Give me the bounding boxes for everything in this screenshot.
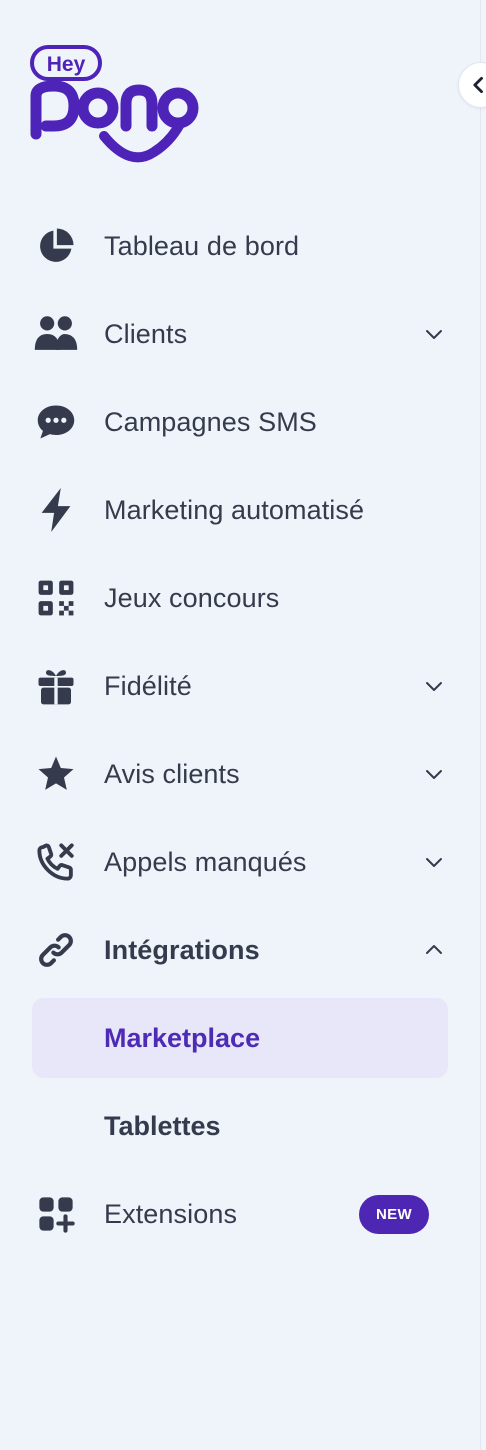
sub-item-tablettes[interactable]: Tablettes: [32, 1086, 448, 1166]
lightning-bolt-icon: [32, 486, 80, 534]
nav-label: Campagnes SMS: [104, 406, 317, 437]
sidebar: Hey Tableau de bord Clients Campagnes SM…: [0, 0, 481, 1450]
nav-item-tableau-de-bord[interactable]: Tableau de bord: [32, 206, 448, 286]
nav-label: Intégrations: [104, 934, 260, 965]
chat-bubble-icon: [32, 398, 80, 446]
svg-text:Hey: Hey: [47, 53, 86, 76]
nav-label: Extensions: [104, 1198, 238, 1229]
chevron-up-icon[interactable]: [422, 938, 446, 962]
gift-icon: [32, 662, 80, 710]
star-icon: [32, 750, 80, 798]
nav-item-fidelite[interactable]: Fidélité: [32, 646, 448, 726]
missed-call-icon: [32, 838, 80, 886]
chevron-down-icon[interactable]: [422, 850, 446, 874]
pie-chart-icon: [32, 222, 80, 270]
users-icon: [32, 310, 80, 358]
nav-label: Appels manqués: [104, 846, 307, 877]
sub-item-marketplace[interactable]: Marketplace: [32, 998, 448, 1078]
apps-add-icon: [32, 1190, 80, 1238]
hey-pongo-logo[interactable]: Hey: [30, 44, 210, 164]
chevron-down-icon[interactable]: [422, 674, 446, 698]
nav-item-avis-clients[interactable]: Avis clients: [32, 734, 448, 814]
nav-item-marketing-automatise[interactable]: Marketing automatisé: [32, 470, 448, 550]
chevron-down-icon[interactable]: [422, 322, 446, 346]
nav-label: Jeux concours: [104, 582, 280, 613]
nav-item-campagnes-sms[interactable]: Campagnes SMS: [32, 382, 448, 462]
nav-label: Fidélité: [104, 670, 192, 701]
nav-label: Marketing automatisé: [104, 494, 365, 525]
nav-item-extensions[interactable]: Extensions NEW: [32, 1174, 448, 1254]
chevron-down-icon[interactable]: [422, 762, 446, 786]
nav-label: Tableau de bord: [104, 230, 300, 261]
sub-item-label: Tablettes: [104, 1110, 221, 1141]
new-badge: NEW: [359, 1195, 429, 1234]
nav-item-clients[interactable]: Clients: [32, 294, 448, 374]
nav-item-appels-manques[interactable]: Appels manqués: [32, 822, 448, 902]
nav-label: Avis clients: [104, 758, 240, 789]
nav-label: Clients: [104, 318, 188, 349]
sub-item-label: Marketplace: [104, 1022, 261, 1053]
link-icon: [32, 926, 80, 974]
nav-item-integrations[interactable]: Intégrations: [32, 910, 448, 990]
nav-item-jeux-concours[interactable]: Jeux concours: [32, 558, 448, 638]
qr-code-icon: [32, 574, 80, 622]
chevron-left-icon: [473, 76, 483, 94]
